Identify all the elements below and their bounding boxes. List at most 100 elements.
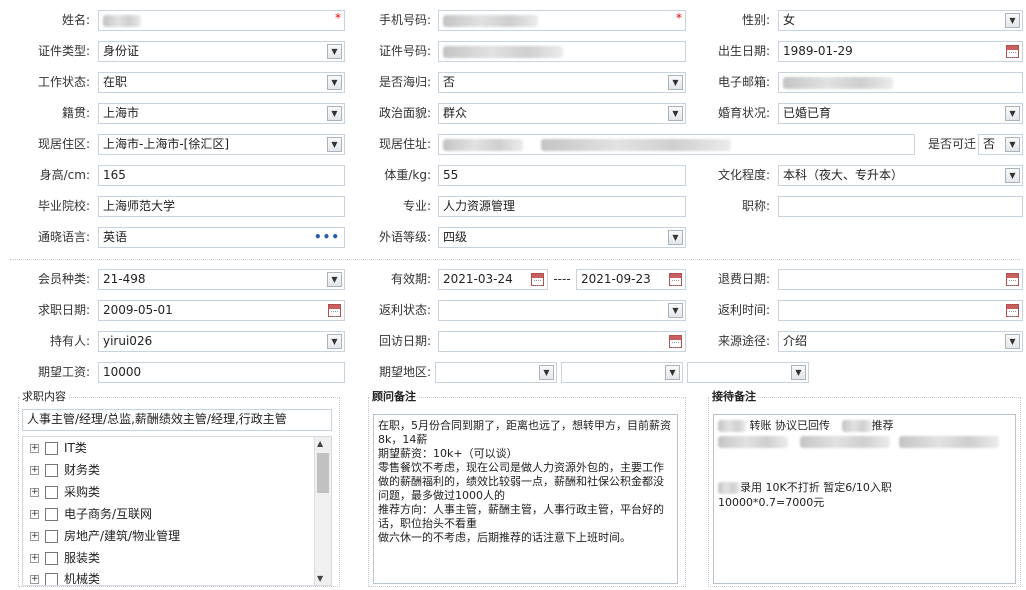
tree-item-apparel[interactable]: + 服装类 [30, 548, 100, 568]
reception-note-title: 接待备注 [710, 390, 758, 404]
checkbox[interactable] [45, 486, 58, 499]
scroll-down-icon[interactable]: ▼ [317, 574, 323, 583]
reception-note-text[interactable]: 转账 协议已回传 推荐 录用 10K不打折 暂定6/10入职 10000*0.7… [713, 414, 1016, 584]
validity-to-field[interactable]: 2021-09-23 [576, 269, 686, 290]
expand-icon[interactable]: + [30, 554, 39, 563]
calendar-icon[interactable] [1006, 45, 1019, 58]
source-select[interactable]: 介绍 ▼ [778, 331, 1023, 352]
validity-from-field[interactable]: 2021-03-24 [438, 269, 548, 290]
chevron-down-icon[interactable]: ▼ [668, 106, 683, 121]
email-field[interactable] [778, 72, 1023, 93]
more-icon[interactable]: ••• [314, 228, 340, 247]
chevron-down-icon[interactable]: ▼ [539, 365, 554, 380]
phone-field[interactable]: * [438, 10, 686, 31]
region-city-select[interactable]: ▼ [561, 362, 683, 383]
expand-icon[interactable]: + [30, 488, 39, 497]
job-date-field[interactable]: 2009-05-01 [98, 300, 345, 321]
scroll-up-icon[interactable]: ▲ [317, 439, 323, 448]
expand-icon[interactable]: + [30, 510, 39, 519]
checkbox[interactable] [45, 552, 58, 565]
chevron-down-icon[interactable]: ▼ [327, 44, 342, 59]
chevron-down-icon[interactable]: ▼ [327, 106, 342, 121]
expand-icon[interactable]: + [30, 444, 39, 453]
chevron-down-icon[interactable]: ▼ [327, 75, 342, 90]
calendar-icon[interactable] [669, 273, 682, 286]
checkbox[interactable] [45, 573, 58, 585]
chevron-down-icon[interactable]: ▼ [665, 365, 680, 380]
returnee-select[interactable]: 否 ▼ [438, 72, 686, 93]
residence-area-label: 现居住区: [37, 137, 90, 151]
major-field[interactable]: 人力资源管理 [438, 196, 686, 217]
chevron-down-icon[interactable]: ▼ [668, 230, 683, 245]
weight-field[interactable]: 55 [438, 165, 686, 186]
chevron-down-icon[interactable]: ▼ [1005, 334, 1020, 349]
scrollbar-thumb[interactable] [317, 453, 329, 493]
region-province-select[interactable]: ▼ [435, 362, 557, 383]
chevron-down-icon[interactable]: ▼ [1005, 13, 1020, 28]
lang-level-select[interactable]: 四级 ▼ [438, 227, 686, 248]
chevron-down-icon[interactable]: ▼ [327, 334, 342, 349]
political-select[interactable]: 群众 ▼ [438, 103, 686, 124]
residence-area-select[interactable]: 上海市-上海市-[徐汇区] ▼ [98, 134, 345, 155]
language-field[interactable]: 英语 ••• [98, 227, 345, 248]
chevron-down-icon[interactable]: ▼ [1005, 137, 1020, 152]
job-content-summary[interactable]: 人事主管/经理/总监,薪酬绩效主管/经理,行政主管 [22, 409, 332, 431]
holder-label: 持有人: [49, 334, 90, 348]
address-field[interactable] [438, 134, 915, 155]
tree-item-machinery[interactable]: + 机械类 [30, 569, 100, 585]
calendar-icon[interactable] [531, 273, 544, 286]
chevron-down-icon[interactable]: ▼ [791, 365, 806, 380]
chevron-down-icon[interactable]: ▼ [327, 272, 342, 287]
visit-date-field[interactable] [438, 331, 686, 352]
language-label: 通晓语言: [37, 230, 90, 244]
chevron-down-icon[interactable]: ▼ [1005, 106, 1020, 121]
checkbox[interactable] [45, 464, 58, 477]
calendar-icon[interactable] [669, 335, 682, 348]
advisor-note-text[interactable]: 在职，5月份合同到期了，距离也远了，想转甲方，目前薪资8k，14薪 期望薪资：1… [373, 414, 678, 584]
calendar-icon[interactable] [1006, 304, 1019, 317]
tree-item-ecommerce[interactable]: + 电子商务/互联网 [30, 504, 152, 524]
id-number-field[interactable] [438, 41, 686, 62]
calendar-icon[interactable] [1006, 273, 1019, 286]
gender-select[interactable]: 女 ▼ [778, 10, 1023, 31]
rebate-status-select[interactable]: ▼ [438, 300, 686, 321]
rebate-time-label: 返利时间: [717, 303, 770, 317]
expand-icon[interactable]: + [30, 466, 39, 475]
refund-date-field[interactable] [778, 269, 1023, 290]
holder-select[interactable]: yirui026 ▼ [98, 331, 345, 352]
name-field[interactable]: * [98, 10, 345, 31]
chevron-down-icon[interactable]: ▼ [1005, 168, 1020, 183]
relocate-select[interactable]: 否 ▼ [978, 134, 1023, 155]
work-status-label: 工作状态: [37, 75, 90, 89]
expand-icon[interactable]: + [30, 532, 39, 541]
chevron-down-icon[interactable]: ▼ [327, 137, 342, 152]
native-place-select[interactable]: 上海市 ▼ [98, 103, 345, 124]
tree-scrollbar[interactable]: ▲ ▼ [314, 437, 331, 585]
school-field[interactable]: 上海师范大学 [98, 196, 345, 217]
checkbox[interactable] [45, 530, 58, 543]
tree-item-it[interactable]: + IT类 [30, 438, 87, 458]
major-label: 专业: [402, 199, 431, 213]
chevron-down-icon[interactable]: ▼ [668, 303, 683, 318]
calendar-icon[interactable] [328, 304, 341, 317]
title-field[interactable] [778, 196, 1023, 217]
work-status-select[interactable]: 在职 ▼ [98, 72, 345, 93]
tree-item-purchasing[interactable]: + 采购类 [30, 482, 100, 502]
birthdate-field[interactable]: 1989-01-29 [778, 41, 1023, 62]
expand-icon[interactable]: + [30, 575, 39, 584]
region-district-select[interactable]: ▼ [687, 362, 809, 383]
major-value: 人力资源管理 [443, 199, 516, 213]
redacted-text [443, 45, 563, 58]
checkbox[interactable] [45, 442, 58, 455]
rebate-time-field[interactable] [778, 300, 1023, 321]
education-select[interactable]: 本科（夜大、专升本） ▼ [778, 165, 1023, 186]
tree-item-finance[interactable]: + 财务类 [30, 460, 100, 480]
tree-item-realestate[interactable]: + 房地产/建筑/物业管理 [30, 526, 180, 546]
checkbox[interactable] [45, 508, 58, 521]
chevron-down-icon[interactable]: ▼ [668, 75, 683, 90]
marital-select[interactable]: 已婚已育 ▼ [778, 103, 1023, 124]
salary-field[interactable]: 10000 [98, 362, 345, 383]
height-field[interactable]: 165 [98, 165, 345, 186]
member-type-select[interactable]: 21-498 ▼ [98, 269, 345, 290]
id-type-select[interactable]: 身份证 ▼ [98, 41, 345, 62]
